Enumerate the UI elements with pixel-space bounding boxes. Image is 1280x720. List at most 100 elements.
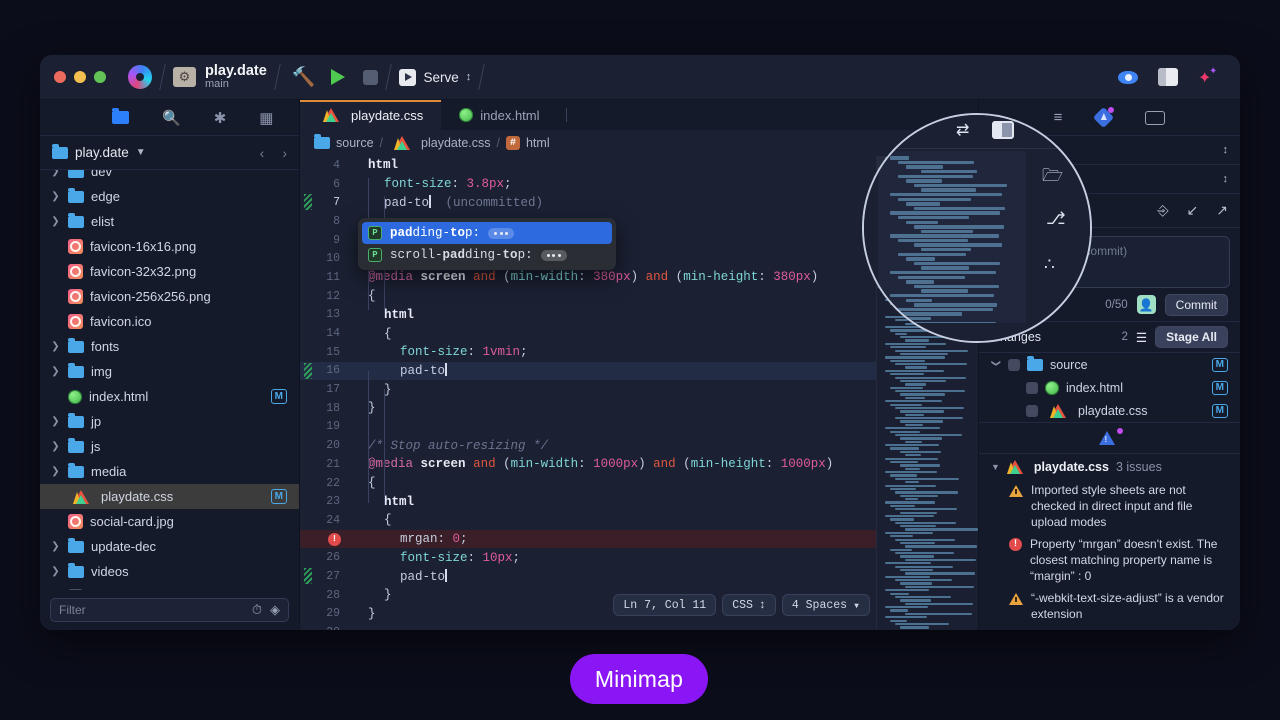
sidebar-item-elist[interactable]: ❯ elist — [40, 209, 299, 234]
line-number: 11 — [326, 270, 340, 284]
project-chip[interactable]: ⚙ play.date main — [173, 63, 267, 91]
chevron-right-icon[interactable]: ❯ — [50, 366, 61, 377]
tab-playdate-css[interactable]: playdate.css — [300, 100, 442, 130]
history-clock-icon[interactable]: ⏱ — [252, 602, 262, 618]
panel-layout-icon[interactable] — [992, 121, 1014, 139]
chevron-down-icon[interactable]: ❯ — [991, 360, 1002, 370]
project-folder-icon: ⚙ — [173, 66, 196, 87]
close-button[interactable] — [54, 71, 66, 83]
files-icon[interactable] — [112, 108, 129, 124]
grid-icon[interactable]: ▦ — [259, 109, 273, 127]
file-tree[interactable]: ❯ dev ❯ edge ❯ elist favicon-16x16.png favicon-… — [40, 170, 299, 590]
chevron-right-icon[interactable]: ❯ — [50, 541, 61, 552]
breadcrumb-item[interactable]: html — [526, 136, 550, 150]
sidebar-breadcrumb[interactable]: play.date ▼ ‹ › — [40, 136, 299, 170]
sidebar-item-js[interactable]: ❯ js — [40, 434, 299, 459]
chevron-right-icon[interactable]: ❯ — [50, 441, 61, 452]
sidebar-item-videos[interactable]: ❯ videos — [40, 559, 299, 584]
branch-merge-icon[interactable]: ⎆ — [1157, 202, 1168, 219]
minimize-button[interactable] — [74, 71, 86, 83]
asterisk-icon[interactable]: ✱ — [214, 109, 227, 127]
sidebar-item-favicon-32x32-png[interactable]: favicon-32x32.png — [40, 259, 299, 284]
chevron-updown-icon[interactable]: ↕ — [1223, 173, 1229, 185]
sidebar-item-update-dec[interactable]: ❯ update-dec — [40, 534, 299, 559]
changes-options-icon[interactable]: ☰ — [1136, 330, 1147, 345]
issues-header[interactable]: ▼ playdate.css 3 issues — [979, 454, 1240, 480]
sidebar-item-dev[interactable]: ❯ dev — [40, 170, 299, 184]
issue-row[interactable]: ! Property “mrgan” doesn't exist. The clo… — [979, 534, 1240, 588]
chevron-down-icon[interactable]: ▾ — [853, 598, 860, 613]
chevron-down-icon[interactable]: ▼ — [136, 147, 146, 158]
chevron-right-icon[interactable]: ❯ — [50, 341, 61, 352]
chevron-right-icon[interactable]: ❯ — [50, 191, 61, 202]
stop-icon[interactable] — [363, 69, 379, 85]
commit-button[interactable]: Commit — [1164, 293, 1228, 316]
sparkles-icon[interactable]: ✦ ✦ — [1198, 67, 1218, 87]
chevron-right-icon[interactable]: ❯ — [50, 466, 61, 477]
split-editor-icon[interactable]: ⇄ — [956, 120, 969, 140]
changed-file-row[interactable]: ❯ source M — [979, 353, 1240, 376]
sidebar-item-social-card-jpg[interactable]: social-card.jpg — [40, 509, 299, 534]
chevron-updown-icon[interactable]: ↕ — [1223, 144, 1229, 156]
sidebar-item-favicon-ico[interactable]: favicon.ico — [40, 309, 299, 334]
changed-file-row[interactable]: index.html M — [979, 376, 1240, 399]
autocomplete-item[interactable]: P padding-top: — [362, 222, 612, 244]
sidebar-item-playdate-css[interactable]: playdate.css M — [40, 484, 299, 509]
git-push-icon[interactable] — [1093, 106, 1115, 129]
tab-index-html[interactable]: index.html — [441, 100, 557, 130]
minimap-line — [895, 349, 968, 352]
cursor-position[interactable]: Ln 7, Col 11 — [613, 594, 717, 616]
issue-row[interactable]: Imported style sheets are not checked in… — [979, 480, 1240, 534]
sidebar-item-favicon-256x256-png[interactable]: favicon-256x256.png — [40, 284, 299, 309]
autocomplete-popup[interactable]: P padding-top: P scroll-padding-top: — [358, 218, 616, 270]
indent-selector[interactable]: 4 Spaces ▾ — [781, 594, 870, 616]
terminal-icon[interactable] — [1145, 110, 1166, 125]
sidebar-item-favicon-16x16-png[interactable]: favicon-16x16.png — [40, 234, 299, 259]
filter-input[interactable]: Filter ⏱ ◈ — [50, 598, 289, 622]
chevron-updown-icon[interactable]: ↕ — [466, 71, 472, 83]
nav-forward-icon[interactable]: › — [282, 145, 287, 161]
changed-files-list[interactable]: ❯ source Mindex.html Mplaydate.css M — [979, 353, 1240, 422]
folder-icon — [1027, 355, 1043, 371]
search-icon[interactable]: 🔍 — [162, 109, 181, 127]
sidebar-item-img[interactable]: ❯ img — [40, 359, 299, 384]
build-hammer-icon[interactable]: 🔨 — [292, 65, 316, 89]
sidebar-item-label: fonts — [91, 339, 120, 354]
run-play-icon[interactable] — [331, 69, 346, 85]
breadcrumb-item[interactable]: source — [336, 136, 374, 150]
chevron-right-icon[interactable]: ❯ — [50, 416, 61, 427]
zoom-button[interactable] — [94, 71, 106, 83]
stage-checkbox[interactable] — [1026, 404, 1038, 417]
chevron-right-icon[interactable]: ❯ — [50, 216, 61, 227]
sidebar-item-edge[interactable]: ❯ edge — [40, 184, 299, 209]
stage-checkbox[interactable] — [1026, 381, 1038, 394]
sidebar-item-index-html[interactable]: index.html M — [40, 384, 299, 409]
preview-eye-icon[interactable] — [1118, 70, 1138, 84]
changed-file-row[interactable]: playdate.css M — [979, 399, 1240, 422]
minimap-line — [913, 261, 1001, 266]
sidebar-item-jp[interactable]: ❯ jp — [40, 409, 299, 434]
chevron-down-icon[interactable]: ▼ — [991, 462, 1000, 472]
sidebar-item-fonts[interactable]: ❯ fonts — [40, 334, 299, 359]
nav-back-icon[interactable]: ‹ — [260, 145, 265, 161]
chevron-right-icon[interactable]: ❯ — [50, 170, 61, 177]
sidebar-item-media[interactable]: ❯ media — [40, 459, 299, 484]
issue-row[interactable]: “-webkit-text-size-adjust” is a vendor e… — [979, 588, 1240, 626]
error-marker-icon[interactable]: ! — [328, 532, 341, 546]
breadcrumb-item[interactable]: playdate.css — [421, 136, 490, 150]
minimap-line — [895, 508, 957, 511]
sidebar-item-test-sh[interactable]: >_ test.sh — [40, 584, 299, 590]
pull-icon[interactable]: ↙ — [1187, 202, 1199, 219]
push-icon[interactable]: ↗ — [1216, 202, 1228, 219]
stage-checkbox[interactable] — [1008, 358, 1020, 371]
stage-all-button[interactable]: Stage All — [1155, 326, 1228, 348]
chevron-right-icon[interactable]: ❯ — [50, 566, 61, 577]
issues-list[interactable]: Imported style sheets are not checked in… — [979, 480, 1240, 626]
filter-options-icon[interactable]: ◈ — [270, 602, 280, 618]
language-selector[interactable]: CSS ↕ — [722, 594, 776, 616]
serve-scheme-selector[interactable]: Serve ↕ — [399, 68, 472, 86]
issues-toggle-strip[interactable] — [979, 422, 1240, 454]
autocomplete-item[interactable]: P scroll-padding-top: — [362, 244, 612, 266]
toggle-panel-icon[interactable] — [1158, 68, 1178, 86]
chevron-updown-icon[interactable]: ↕ — [759, 599, 766, 612]
